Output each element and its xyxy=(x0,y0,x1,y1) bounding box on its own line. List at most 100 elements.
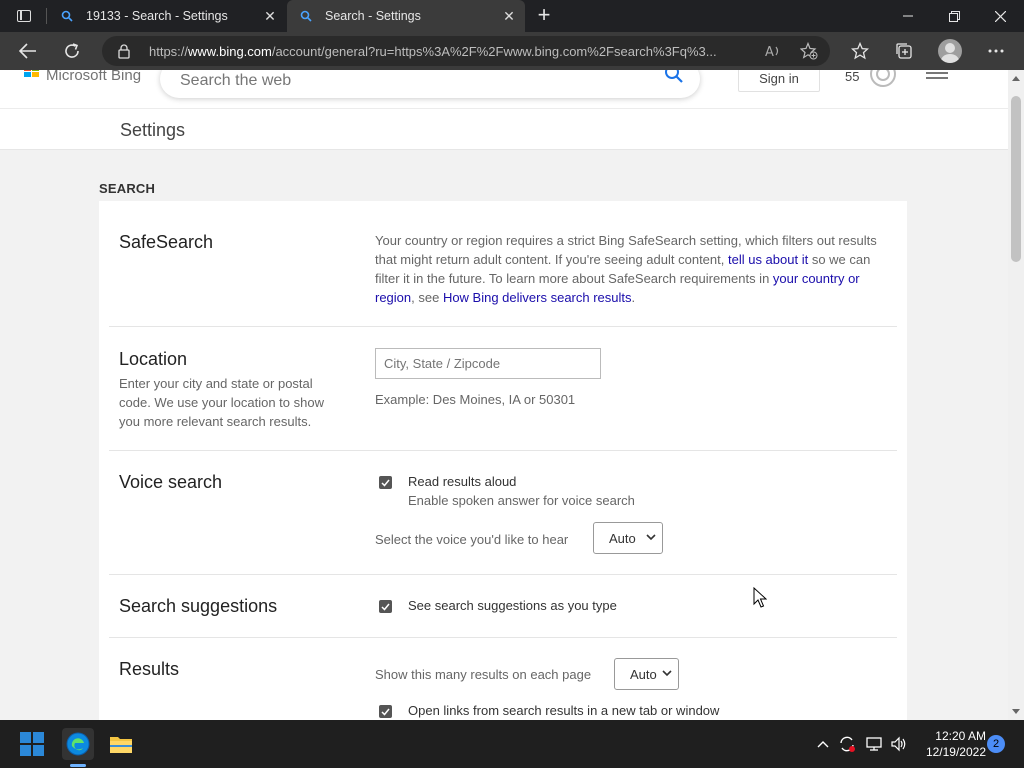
search-suggestions-checkbox[interactable] xyxy=(379,600,392,613)
safesearch-label: SafeSearch xyxy=(119,232,214,252)
active-app-indicator xyxy=(70,764,86,767)
start-button[interactable] xyxy=(16,728,48,760)
search-box[interactable]: Search the web xyxy=(160,70,700,98)
profile-avatar[interactable] xyxy=(938,39,962,63)
search-suggestions-option[interactable]: See search suggestions as you type xyxy=(408,598,617,613)
tab-title: Search - Settings xyxy=(325,9,421,23)
add-favorite-icon[interactable] xyxy=(800,42,818,60)
tell-us-link[interactable]: tell us about it xyxy=(728,252,808,267)
checkmark-icon xyxy=(381,708,390,716)
rewards-points[interactable]: 55 xyxy=(845,70,859,84)
location-label: Location xyxy=(119,349,188,369)
edge-browser-icon xyxy=(66,732,90,756)
how-bing-delivers-link[interactable]: How Bing delivers search results xyxy=(443,290,632,305)
browser-toolbar: https://www.bing.com/account/general?ru=… xyxy=(0,32,1024,70)
minimize-button[interactable] xyxy=(885,0,931,32)
location-description: Enter your city and state or postal code… xyxy=(119,376,324,429)
read-aloud-icon[interactable]: A xyxy=(764,42,782,60)
search-icon xyxy=(299,9,313,23)
hamburger-menu-icon[interactable] xyxy=(926,72,948,84)
results-count-label: Show this many results on each page xyxy=(375,667,592,682)
browser-tab-bar: 19133 - Search - Settings ✕ Search - Set… xyxy=(0,0,1024,32)
more-options-icon xyxy=(988,49,1004,53)
bing-header: Microsoft Bing Search the web Sign in 55 xyxy=(0,70,1008,108)
location-input[interactable] xyxy=(375,348,601,379)
new-tab-checkbox[interactable] xyxy=(379,705,392,718)
voice-select-value: Auto xyxy=(609,530,636,546)
sync-tray-icon[interactable] xyxy=(837,734,857,754)
svg-text:A: A xyxy=(765,45,774,60)
results-label: Results xyxy=(119,659,180,679)
read-aloud-label[interactable]: Read results aloud xyxy=(408,474,516,489)
sync-icon xyxy=(840,736,855,752)
tab-separator xyxy=(46,8,47,24)
back-button[interactable] xyxy=(14,37,42,65)
more-options-button[interactable] xyxy=(982,37,1010,65)
voice-select[interactable]: Auto xyxy=(593,522,663,554)
scrollbar-thumb[interactable] xyxy=(1011,96,1021,262)
search-suggestions-label: Search suggestions xyxy=(119,596,278,616)
tab-actions-button[interactable] xyxy=(8,4,40,28)
bing-logo[interactable]: Microsoft Bing xyxy=(24,70,141,84)
read-aloud-checkbox[interactable] xyxy=(379,476,392,489)
volume-tray-icon[interactable] xyxy=(889,734,909,754)
page-viewport: Microsoft Bing Search the web Sign in 55… xyxy=(0,70,1008,720)
file-explorer-taskbar-button[interactable] xyxy=(105,728,137,760)
location-example: Example: Des Moines, IA or 50301 xyxy=(375,392,576,407)
collections-button[interactable] xyxy=(890,37,918,65)
scroll-down-icon[interactable] xyxy=(1012,709,1020,714)
chevron-up-icon xyxy=(817,741,829,748)
rewards-medal-icon[interactable] xyxy=(868,70,898,90)
new-tab-button[interactable]: + xyxy=(532,4,556,28)
safesearch-description: Your country or region requires a strict… xyxy=(375,231,890,307)
results-count-select[interactable]: Auto xyxy=(614,658,679,690)
voice-search-row: Voice search Read results aloud Enable s… xyxy=(109,452,897,575)
tab-actions-icon xyxy=(17,10,31,22)
clock-date: 12/19/2022 xyxy=(925,745,986,759)
checkmark-icon xyxy=(381,479,390,487)
url-text[interactable]: https://www.bing.com/account/general?ru=… xyxy=(149,44,761,59)
refresh-button[interactable] xyxy=(58,37,86,65)
favorites-button[interactable] xyxy=(846,37,874,65)
close-tab-icon[interactable]: ✕ xyxy=(497,4,521,28)
close-window-button[interactable] xyxy=(977,0,1023,32)
taskbar-clock[interactable]: 12:20 AM 12/19/2022 xyxy=(914,728,986,760)
tab-title: 19133 - Search - Settings xyxy=(86,9,228,23)
folder-icon xyxy=(110,737,132,753)
url-path: /account/general?ru=https%3A%2F%2Fwww.bi… xyxy=(271,44,717,59)
chevron-down-icon xyxy=(646,534,656,541)
location-row: Location Enter your city and state or po… xyxy=(109,328,897,451)
network-tray-icon[interactable] xyxy=(864,734,884,754)
sign-in-button[interactable]: Sign in xyxy=(738,70,820,92)
edge-taskbar-button[interactable] xyxy=(62,728,94,760)
lock-icon[interactable] xyxy=(116,43,132,59)
close-tab-icon[interactable]: ✕ xyxy=(258,4,282,28)
notification-badge[interactable]: 2 xyxy=(987,735,1005,753)
restore-icon xyxy=(948,10,960,22)
voice-search-label: Voice search xyxy=(119,472,223,492)
show-hidden-icons-button[interactable] xyxy=(813,734,833,754)
url-host: www.bing.com xyxy=(188,44,272,59)
results-row: Results Show this many results on each p… xyxy=(109,639,897,720)
address-bar[interactable]: https://www.bing.com/account/general?ru=… xyxy=(102,36,830,66)
section-title: SEARCH xyxy=(99,181,156,196)
restore-button[interactable] xyxy=(931,0,977,32)
minimize-icon xyxy=(903,15,913,17)
url-prefix: https:// xyxy=(149,44,189,59)
search-icon[interactable] xyxy=(664,70,684,84)
browser-tab-1[interactable]: 19133 - Search - Settings ✕ xyxy=(48,0,286,32)
favorites-icon xyxy=(851,42,869,60)
search-input[interactable]: Search the web xyxy=(180,72,291,90)
chevron-down-icon xyxy=(662,670,672,677)
network-icon xyxy=(866,737,882,751)
close-icon xyxy=(994,10,1006,22)
scroll-up-icon[interactable] xyxy=(1012,76,1020,81)
results-count-value: Auto xyxy=(630,666,657,682)
read-aloud-sub: Enable spoken answer for voice search xyxy=(408,493,635,508)
new-tab-option[interactable]: Open links from search results in a new … xyxy=(408,703,719,718)
browser-tab-2[interactable]: Search - Settings ✕ xyxy=(287,0,525,32)
search-suggestions-row: Search suggestions See search suggestion… xyxy=(109,576,897,638)
checkmark-icon xyxy=(381,603,390,611)
page-scrollbar[interactable] xyxy=(1008,70,1024,720)
voice-select-label: Select the voice you'd like to hear xyxy=(375,532,569,547)
